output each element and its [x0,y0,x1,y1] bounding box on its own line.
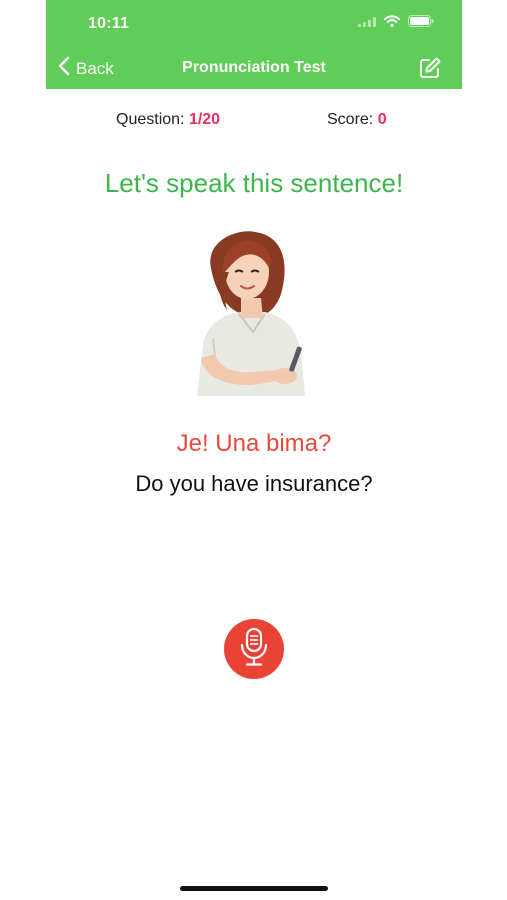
wifi-icon [384,14,400,32]
back-button[interactable]: Back [58,56,114,81]
phrase-translation: Do you have insurance? [135,471,373,496]
question-value: 1/20 [188,111,221,128]
record-button[interactable] [224,619,284,679]
home-indicator [180,886,328,891]
target-phrase: Je! Una bima? [176,430,332,457]
back-label: Back [76,58,114,78]
question-label: Question: [116,111,185,128]
score-counter: Score: 0 [327,111,387,129]
status-icons [358,14,434,32]
app-screen: 10:11 Back Pronunciation Test Question: … [46,0,462,900]
chevron-left-icon [58,56,70,81]
question-counter: Question: 1/20 [116,111,220,129]
edit-icon [418,57,442,84]
score-value: 0 [377,111,387,128]
battery-icon [408,14,434,32]
teacher-avatar [189,228,323,396]
edit-button[interactable] [418,56,442,80]
status-time: 10:11 [88,15,130,32]
header-bar: 10:11 Back Pronunciation Test [46,0,462,89]
signal-icon [358,14,376,32]
instruction-heading: Let's speak this sentence! [104,168,404,198]
score-label: Score: [327,111,374,128]
microphone-icon [237,627,271,672]
